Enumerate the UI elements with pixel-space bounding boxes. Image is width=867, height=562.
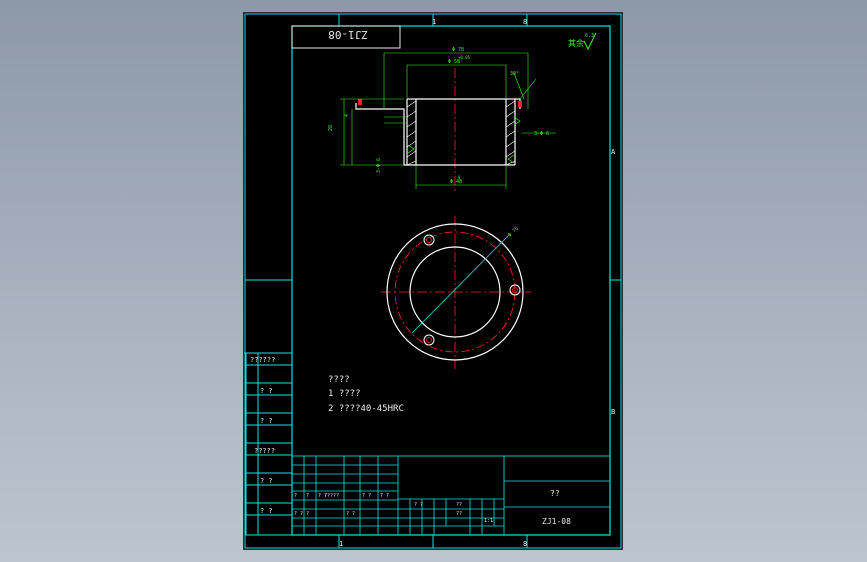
- diameter-leader: [411, 234, 510, 334]
- title-cell: ?????: [324, 493, 339, 499]
- section-mark: [358, 99, 362, 105]
- zone-letter-b: B: [611, 408, 615, 416]
- dim-hole-note-left: 3-Φ 6: [376, 158, 382, 173]
- notes-heading: ????: [328, 375, 350, 385]
- title-cell: ? ?: [380, 493, 389, 499]
- title-cell: ? ?: [414, 502, 423, 508]
- side-label: ??????: [250, 356, 275, 364]
- surface-finish-icon: [407, 144, 415, 154]
- inner-frame: [291, 25, 611, 536]
- zone-number-top-8: 8: [523, 18, 527, 26]
- dim-overall-width: Φ 78: [452, 47, 464, 53]
- dim-height-left: 28: [328, 125, 334, 131]
- title-cell: ??: [456, 511, 462, 517]
- plan-view: Φ 76: [381, 216, 531, 369]
- zone-number-bottom-8: 8: [523, 540, 527, 548]
- dim-chamfer-angle: 30°: [510, 71, 519, 77]
- drawing-code-rotated: ZJ1-08: [328, 28, 368, 41]
- section-hatch: [406, 100, 516, 166]
- dim-circle-dia: Φ 76: [507, 226, 520, 239]
- zone-letter-a: A: [611, 148, 616, 156]
- side-label: ? ?: [260, 417, 273, 425]
- title-block-code: ZJ1-08: [542, 517, 571, 526]
- side-label: ? ?: [260, 507, 273, 515]
- title-cell: ?: [306, 493, 309, 499]
- zone-number-bottom-1: 1: [339, 540, 343, 548]
- title-cell: ? ?: [362, 493, 371, 499]
- dim-tolerance-1: +0.05: [458, 55, 471, 60]
- side-label: ? ?: [260, 387, 273, 395]
- section-mark: [518, 101, 522, 107]
- title-cell: ? ? ?: [294, 511, 309, 517]
- drawing-canvas: 1 8 1 8 A B ?????? ? ? ? ? ????? ? ? ? ?…: [244, 13, 622, 549]
- section-view: [355, 68, 522, 193]
- title-cell: ?: [294, 493, 297, 499]
- bolt-hole-inner: [426, 237, 432, 243]
- title-block-name: ??: [550, 489, 560, 498]
- drawing-sheet: 1 8 1 8 A B ?????? ? ? ? ? ????? ? ? ? ?…: [244, 13, 622, 549]
- notes-line-2: 2 ????40-45HRC: [328, 404, 404, 414]
- side-label: ? ?: [260, 477, 273, 485]
- zone-number-top-1: 1: [432, 18, 436, 26]
- bolt-hole-inner: [426, 337, 432, 343]
- notes-line-1: 1 ????: [328, 389, 361, 399]
- bolt-hole: [423, 334, 435, 346]
- roughness-value: 6.3: [585, 33, 594, 39]
- title-cell: ? ?: [346, 511, 355, 517]
- roughness-note: 其余: [568, 38, 584, 48]
- title-cell: 1:1: [484, 518, 493, 524]
- dimension-lines: [340, 52, 556, 189]
- side-label: ?????: [254, 447, 275, 455]
- title-cell: ??: [456, 502, 462, 508]
- dim-height-small: 4: [344, 114, 350, 117]
- outer-frame: [244, 13, 622, 549]
- dim-hole-note: 3-Φ 6: [534, 131, 549, 137]
